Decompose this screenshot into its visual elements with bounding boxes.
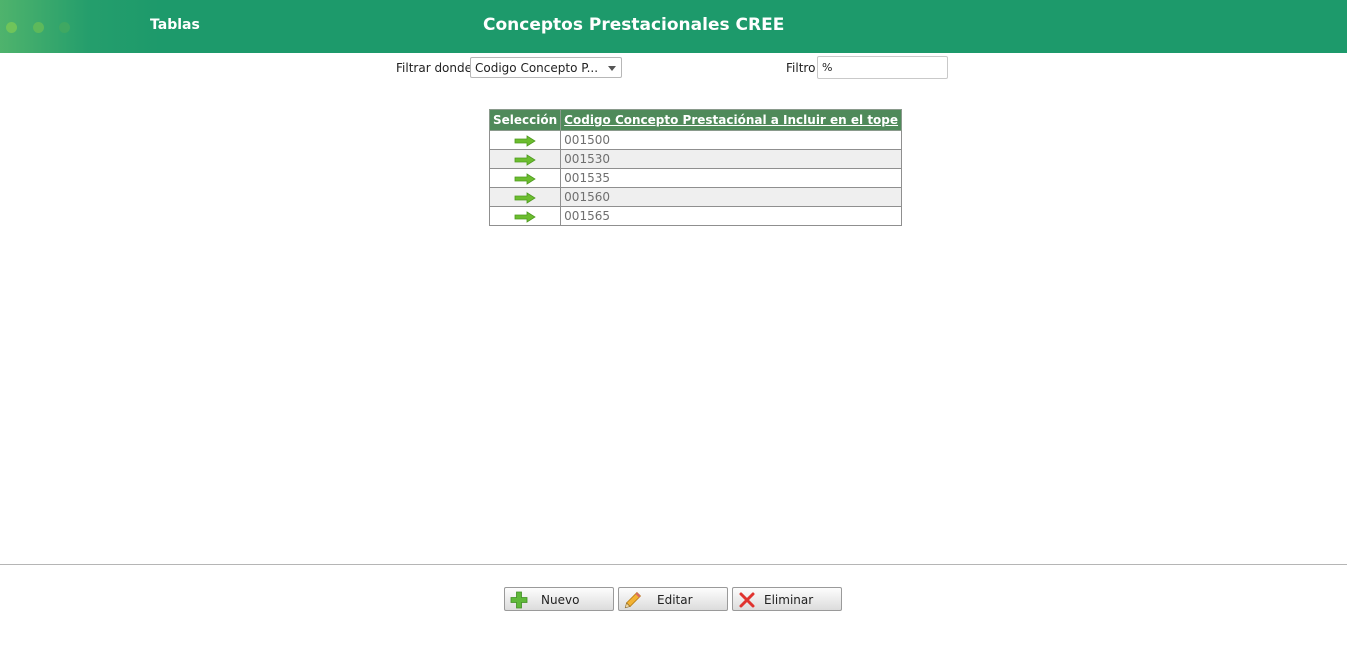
filter-where-label: Filtrar donde (396, 61, 473, 75)
cell-code: 001530 (560, 149, 903, 169)
filter-label: Filtro (786, 61, 816, 75)
select-row-button[interactable] (488, 168, 562, 188)
window-dot-icon (59, 22, 70, 33)
filter-field-select[interactable]: Codigo Concepto P... (470, 57, 622, 78)
select-row-button[interactable] (488, 130, 562, 150)
select-row-button[interactable] (488, 206, 562, 226)
header-glow (0, 0, 160, 53)
footer-divider (0, 564, 1347, 565)
table-row[interactable]: 001500 (488, 130, 903, 150)
table-header-row: Selección Codigo Concepto Prestaciónal a… (488, 109, 903, 131)
app-header: Tablas Conceptos Prestacionales CREE (0, 0, 1347, 53)
green-arrow-right-icon (514, 191, 536, 204)
new-button[interactable]: Nuevo (504, 587, 614, 611)
column-header-selection: Selección (488, 109, 562, 131)
table-row[interactable]: 001565 (488, 206, 903, 226)
edit-button[interactable]: Editar (618, 587, 728, 611)
green-arrow-right-icon (514, 172, 536, 185)
chevron-down-icon (608, 66, 616, 71)
select-row-button[interactable] (488, 149, 562, 169)
delete-button[interactable]: Eliminar (732, 587, 842, 611)
window-dot-icon (33, 22, 44, 33)
table-row[interactable]: 001530 (488, 149, 903, 169)
select-row-button[interactable] (488, 187, 562, 207)
table-row[interactable]: 001535 (488, 168, 903, 188)
cell-code: 001535 (560, 168, 903, 188)
page-title: Conceptos Prestacionales CREE (483, 15, 785, 35)
filter-field-value: Codigo Concepto P... (475, 61, 599, 75)
green-arrow-right-icon (514, 153, 536, 166)
cell-code: 001500 (560, 130, 903, 150)
green-arrow-right-icon (514, 210, 536, 223)
table-row[interactable]: 001560 (488, 187, 903, 207)
new-button-label: Nuevo (541, 593, 580, 607)
edit-button-label: Editar (657, 593, 693, 607)
green-arrow-right-icon (514, 134, 536, 147)
concepts-table: Selección Codigo Concepto Prestaciónal a… (488, 109, 903, 226)
window-dot-icon (6, 22, 17, 33)
cell-code: 001565 (560, 206, 903, 226)
pencil-icon (624, 591, 642, 609)
delete-button-label: Eliminar (764, 593, 814, 607)
close-icon (739, 592, 755, 608)
cell-code: 001560 (560, 187, 903, 207)
filter-input[interactable] (817, 56, 948, 79)
column-header-code[interactable]: Codigo Concepto Prestaciónal a Incluir e… (560, 109, 903, 131)
tab-tablas[interactable]: Tablas (150, 17, 200, 33)
plus-icon (510, 591, 528, 609)
